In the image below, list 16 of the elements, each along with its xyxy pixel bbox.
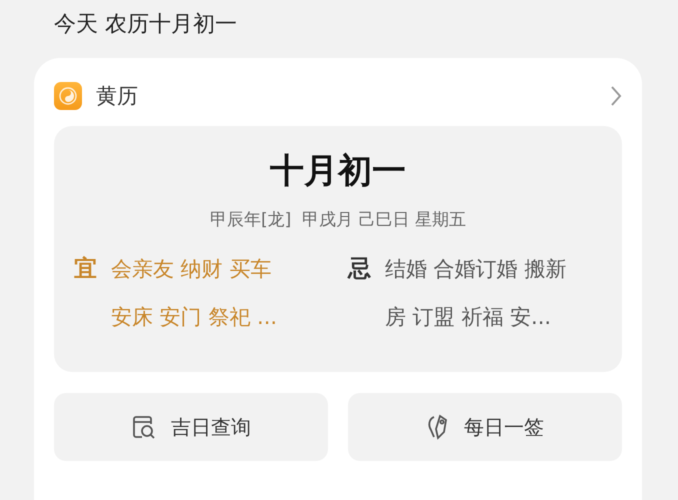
calendar-search-icon <box>131 414 157 440</box>
activity-list: 会亲友 纳财 买车 <box>111 253 278 285</box>
yin-yang-app-icon <box>54 82 82 110</box>
header-title: 今天 农历十月初一 <box>54 11 237 39</box>
date-details: 甲辰年[龙] 甲戌月 己巳日 星期五 <box>210 209 466 231</box>
activity-list: 房 订盟 祈福 安... <box>385 301 566 333</box>
section-label: 宜 <box>74 255 97 284</box>
section-label: 忌 <box>348 255 371 284</box>
activity-list: 结婚 合婚订婚 搬新 <box>385 253 566 285</box>
card-title: 黄历 <box>96 83 139 110</box>
leaf-tag-icon <box>426 414 450 440</box>
action-button[interactable]: 吉日查询 <box>54 393 328 461</box>
chevron-right-icon[interactable] <box>610 85 622 107</box>
lunar-date: 十月初一 <box>270 150 406 193</box>
action-button[interactable]: 每日一签 <box>348 393 622 461</box>
activity-list: 安床 安门 祭祀 ... <box>111 301 278 333</box>
